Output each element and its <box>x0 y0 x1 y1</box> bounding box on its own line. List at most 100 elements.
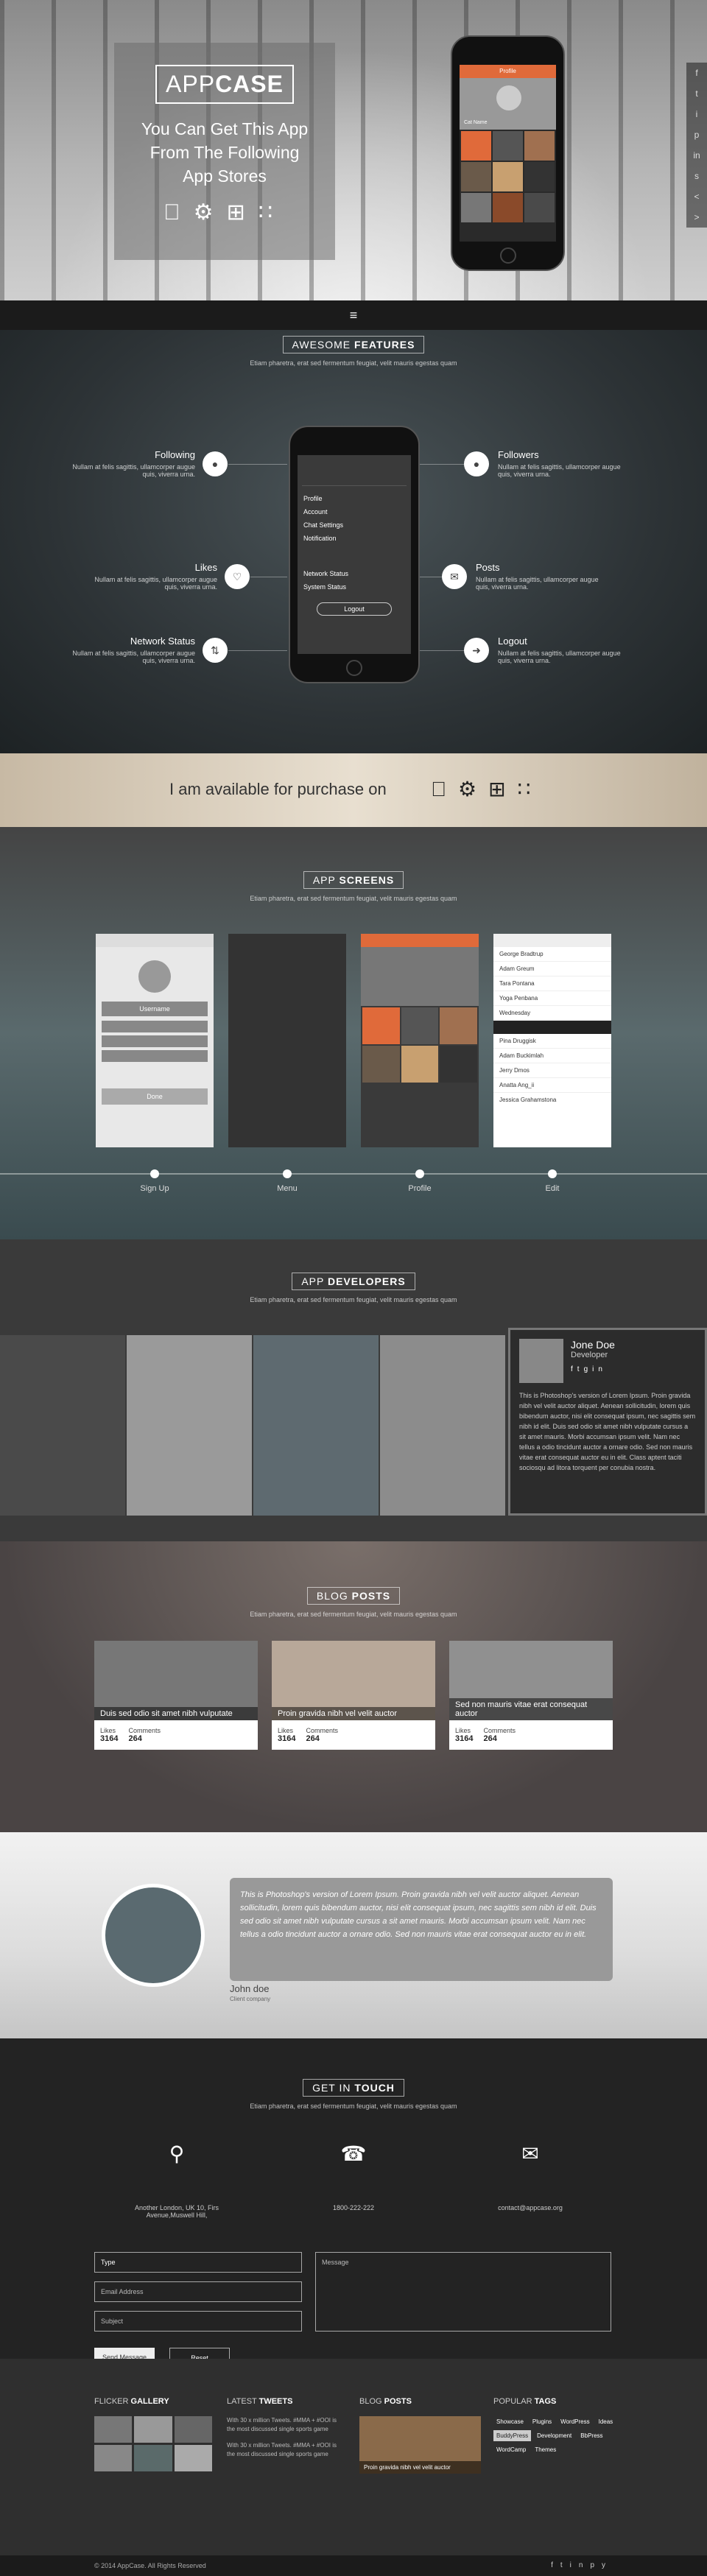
home-button[interactable] <box>499 247 516 264</box>
tag[interactable]: Development <box>534 2430 574 2441</box>
username-field[interactable]: Username <box>102 1002 208 1016</box>
contact-row[interactable]: Yoga Penbana <box>493 991 611 1006</box>
gallery-thumb[interactable] <box>134 2445 172 2471</box>
prev-arrow-icon[interactable]: < <box>686 186 707 207</box>
gallery-thumb[interactable] <box>174 2445 212 2471</box>
twitter-icon[interactable]: t <box>560 2561 570 2569</box>
menu-item-notification[interactable]: Notification <box>302 532 407 545</box>
facebook-icon[interactable]: f <box>686 63 707 83</box>
post-caption[interactable]: Sed non mauris vitae erat consequat auct… <box>449 1698 613 1720</box>
blog-post[interactable]: Sed non mauris vitae erat consequat auct… <box>449 1641 613 1750</box>
developer-photo[interactable] <box>253 1335 379 1516</box>
tag[interactable]: BbPress <box>577 2430 605 2441</box>
contact-row[interactable]: George Bradtrup <box>493 947 611 962</box>
following-icon[interactable]: ● <box>203 451 228 476</box>
contact-row[interactable]: Wednesday <box>493 1006 611 1021</box>
facebook-icon[interactable]: f <box>551 2561 560 2569</box>
logout-icon[interactable]: ➜ <box>464 638 489 663</box>
twitter-icon[interactable]: t <box>577 1365 584 1373</box>
tweet[interactable]: With 30 x million Tweets. #MMA + #OOI is… <box>227 2441 345 2459</box>
gallery-thumb[interactable] <box>94 2445 133 2471</box>
skype-icon[interactable]: s <box>686 166 707 186</box>
twitter-icon[interactable]: t <box>686 83 707 104</box>
footer-blog-image[interactable]: Proin gravida nibh vel velit auctor <box>359 2416 481 2474</box>
post-caption[interactable]: Duis sed odio sit amet nibh vulputate <box>94 1707 258 1720</box>
tag[interactable]: Showcase <box>493 2416 527 2427</box>
developer-photo[interactable] <box>0 1335 125 1516</box>
password-field[interactable] <box>102 1035 208 1047</box>
windows-icon[interactable]: ⊞ <box>488 778 517 800</box>
posts-icon[interactable]: ✉ <box>442 564 467 589</box>
contact-row[interactable]: Adam Buckimlah <box>493 1049 611 1063</box>
timeline-dot[interactable] <box>283 1169 292 1178</box>
message-field[interactable]: Message <box>315 2252 611 2332</box>
heart-icon[interactable]: ♡ <box>225 564 250 589</box>
reset-button[interactable]: Reset <box>169 2348 230 2359</box>
logout-button[interactable]: Logout <box>317 602 392 616</box>
contact-row[interactable]: Anatta Ang_ii <box>493 1078 611 1093</box>
menu-item-chat-settings[interactable]: Chat Settings <box>302 518 407 532</box>
linkedin-icon[interactable]: in <box>570 2561 591 2569</box>
app-logo[interactable]: APPCASE <box>155 65 294 104</box>
menu-item-system-status[interactable]: System Status <box>302 580 407 594</box>
facebook-icon[interactable]: f <box>571 1365 577 1373</box>
tag[interactable]: BuddyPress <box>493 2430 532 2441</box>
google-plus-icon[interactable]: g <box>584 1365 593 1373</box>
tag[interactable]: WordPress <box>557 2416 592 2427</box>
email-field[interactable] <box>102 1021 208 1032</box>
tag[interactable]: Ideas <box>596 2416 616 2427</box>
gallery-thumb[interactable] <box>134 2416 172 2443</box>
developer-photo[interactable] <box>127 1335 252 1516</box>
gallery-thumb[interactable] <box>174 2416 212 2443</box>
blog-post[interactable]: Proin gravida nibh vel velit auctor Like… <box>272 1641 435 1750</box>
pinterest-icon[interactable]: p <box>686 124 707 145</box>
menu-item-account[interactable]: Account <box>302 505 407 518</box>
menu-icon[interactable]: ≡ <box>350 308 358 323</box>
timeline-dot[interactable] <box>415 1169 424 1178</box>
tag[interactable]: Plugins <box>530 2416 555 2427</box>
apple-icon[interactable]:  <box>163 200 194 225</box>
menu-item-network-status[interactable]: Network Status <box>302 567 407 580</box>
contact-row[interactable]: Jerry Dmos <box>493 1063 611 1078</box>
tag[interactable]: Themes <box>532 2444 559 2455</box>
next-arrow-icon[interactable]: > <box>686 207 707 228</box>
tweet[interactable]: With 30 x million Tweets. #MMA + #OOI is… <box>227 2416 345 2434</box>
footer-blog-caption[interactable]: Proin gravida nibh vel velit auctor <box>359 2461 481 2474</box>
windows-icon[interactable]: ⊞ <box>227 200 258 225</box>
linkedin-icon[interactable]: in <box>592 1365 607 1373</box>
confirm-field[interactable] <box>102 1050 208 1062</box>
developer-photo[interactable] <box>380 1335 505 1516</box>
name-field[interactable]: Type <box>94 2252 302 2273</box>
followers-icon[interactable]: ● <box>464 451 489 476</box>
tag[interactable]: WordCamp <box>493 2444 529 2455</box>
contact-row[interactable]: Tara Pontana <box>493 976 611 991</box>
instagram-icon[interactable]: i <box>686 104 707 124</box>
pinterest-icon[interactable]: p <box>590 2561 602 2569</box>
profile-banner: Cat Name <box>460 78 556 130</box>
youtube-icon[interactable]: y <box>602 2561 613 2569</box>
gallery-thumb[interactable] <box>94 2416 133 2443</box>
contact-row[interactable]: Adam Greum <box>493 962 611 976</box>
testimonial-section: John doe Client company This is Photosho… <box>0 1832 707 2038</box>
send-button[interactable]: Send Message <box>94 2348 155 2359</box>
linkedin-icon[interactable]: in <box>686 145 707 166</box>
timeline-dot[interactable] <box>150 1169 159 1178</box>
android-icon[interactable]: ⚙ <box>458 778 488 800</box>
email-field[interactable]: Email Address <box>94 2281 302 2302</box>
blog-post[interactable]: Duis sed odio sit amet nibh vulputate Li… <box>94 1641 258 1750</box>
android-icon[interactable]: ⚙ <box>194 200 227 225</box>
blackberry-icon[interactable]: ∷ <box>518 778 543 800</box>
contact-email[interactable]: contact@appcase.org <box>486 2204 574 2211</box>
home-button[interactable] <box>346 660 362 676</box>
apple-icon[interactable]:  <box>431 778 458 800</box>
subject-field[interactable]: Subject <box>94 2311 302 2332</box>
contact-row[interactable]: Jessica Grahamstona <box>493 1093 611 1107</box>
post-caption[interactable]: Proin gravida nibh vel velit auctor <box>272 1707 435 1720</box>
contact-row[interactable]: Pina Druggisk <box>493 1034 611 1049</box>
network-icon[interactable]: ⇅ <box>203 638 228 663</box>
contact-phone[interactable]: 1800-222-222 <box>317 2204 390 2211</box>
timeline-dot[interactable] <box>548 1169 557 1178</box>
done-button[interactable]: Done <box>102 1088 208 1105</box>
blackberry-icon[interactable]: ∷ <box>258 200 286 225</box>
menu-item-profile[interactable]: Profile <box>302 492 407 505</box>
